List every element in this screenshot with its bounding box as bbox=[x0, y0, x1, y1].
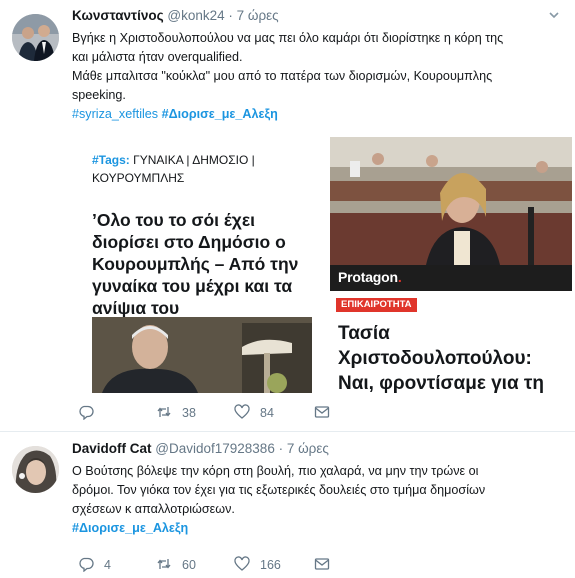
hashtags-line: #Διορισε_με_Αλεξη bbox=[72, 519, 567, 538]
envelope-icon bbox=[314, 558, 330, 570]
user-handle[interactable]: @konk24 bbox=[167, 8, 224, 23]
like-count: 84 bbox=[260, 406, 274, 420]
avatar[interactable] bbox=[12, 446, 59, 493]
user-handle[interactable]: @Davidof17928386 bbox=[155, 441, 275, 456]
article-title: ’Ολο του το σόι έχει διορίσει στο Δημόσι… bbox=[92, 210, 299, 318]
like-count: 166 bbox=[260, 558, 281, 572]
article-title: Τασία Χριστοδουλοπούλου: Ναι, φροντίσαμε… bbox=[338, 323, 545, 393]
media-cards: #Tags: ΓΥΝΑΙΚΑ | ΔΗΜΟΣΙΟ | ΚΟΥΡΟΥΜΠΛΗΣ ’… bbox=[72, 137, 572, 393]
tweet-text-line: και μάλιστα ήταν overqualified. bbox=[72, 50, 243, 64]
tweet-header: Κωνσταντίνος @konk24 · 7 ώρες bbox=[72, 6, 567, 26]
tweet-text: Βγήκε η Χριστοδουλοπούλου να μας πει όλο… bbox=[72, 29, 567, 124]
hashtags-line: #syriza_xeftiles #Διορισε_με_Αλεξη bbox=[72, 105, 567, 124]
separator-dot: · bbox=[228, 8, 233, 23]
tweet-header: Davidoff Cat @Davidof17928386 · 7 ώρες bbox=[72, 439, 567, 459]
separator-dot: · bbox=[278, 441, 284, 456]
publisher-logo: Protagon. bbox=[338, 269, 402, 285]
display-name[interactable]: Κωνσταντίνος bbox=[72, 8, 164, 23]
tweet-text-line: Ο Βούτσης βόλεψε την κόρη στη βουλή, πιο… bbox=[72, 464, 479, 478]
tweet-text-line: δρόμοι. Τον γιόκα τον έχει για τις εξωτε… bbox=[72, 483, 486, 497]
hashtag-link[interactable]: #Διορισε_με_Αλεξη bbox=[162, 107, 278, 121]
article-card[interactable]: Protagon. ΕΠΙΚΑΙΡΟΤΗΤΑ Τασία Χριστοδουλο… bbox=[330, 137, 572, 393]
hashtag-link[interactable]: #syriza_xeftiles bbox=[72, 107, 158, 121]
retweet-icon bbox=[157, 559, 171, 569]
retweet-count: 60 bbox=[182, 558, 196, 572]
avatar[interactable] bbox=[12, 14, 59, 61]
reply-button[interactable]: 4 bbox=[78, 554, 111, 574]
display-name[interactable]: Davidoff Cat bbox=[72, 441, 152, 456]
retweet-icon bbox=[157, 407, 171, 417]
timestamp[interactable]: 7 ώρες bbox=[237, 8, 279, 23]
tweet[interactable]: Davidoff Cat @Davidof17928386 · 7 ώρες Ο… bbox=[0, 433, 575, 578]
reply-count: 4 bbox=[104, 558, 111, 572]
like-button[interactable]: 166 bbox=[234, 554, 281, 574]
heart-icon bbox=[234, 404, 250, 419]
category-badge: ΕΠΙΚΑΙΡΟΤΗΤΑ bbox=[336, 298, 417, 312]
chevron-down-icon[interactable] bbox=[547, 8, 561, 22]
tweet-text-line: Βγήκε η Χριστοδουλοπούλου να μας πει όλο… bbox=[72, 31, 504, 45]
article-photo bbox=[92, 317, 312, 393]
envelope-icon bbox=[314, 406, 330, 418]
dm-button[interactable] bbox=[314, 554, 340, 574]
tags-label: #Tags: bbox=[92, 153, 130, 167]
tweet-text-line: σχέσεων κ απαλλοτριώσεων. bbox=[72, 502, 235, 516]
tweet[interactable]: Κωνσταντίνος @konk24 · 7 ώρες Βγήκε η Χρ… bbox=[0, 0, 575, 432]
timestamp[interactable]: 7 ώρες bbox=[287, 441, 329, 456]
hashtag-link[interactable]: #Διορισε_με_Αλεξη bbox=[72, 521, 188, 535]
tweet-text: Ο Βούτσης βόλεψε την κόρη στη βουλή, πιο… bbox=[72, 462, 567, 538]
dm-button[interactable] bbox=[314, 402, 340, 422]
retweet-button[interactable]: 38 bbox=[156, 402, 196, 422]
article-photo bbox=[330, 137, 572, 265]
article-tags: #Tags: ΓΥΝΑΙΚΑ | ΔΗΜΟΣΙΟ | ΚΟΥΡΟΥΜΠΛΗΣ bbox=[92, 151, 310, 187]
heart-icon bbox=[234, 556, 250, 571]
like-button[interactable]: 84 bbox=[234, 402, 274, 422]
publisher-bar: Protagon. bbox=[330, 265, 572, 291]
tweet-text-line: Μάθε μπαλιτσα "κούκλα" μου από το πατέρα… bbox=[72, 69, 493, 83]
reply-button[interactable] bbox=[78, 402, 104, 422]
retweet-count: 38 bbox=[182, 406, 196, 420]
retweet-button[interactable]: 60 bbox=[156, 554, 196, 574]
tweet-text-line: speeking. bbox=[72, 88, 126, 102]
reply-icon bbox=[79, 557, 94, 572]
article-card[interactable]: #Tags: ΓΥΝΑΙΚΑ | ΔΗΜΟΣΙΟ | ΚΟΥΡΟΥΜΠΛΗΣ ’… bbox=[72, 137, 320, 393]
reply-icon bbox=[79, 405, 94, 420]
